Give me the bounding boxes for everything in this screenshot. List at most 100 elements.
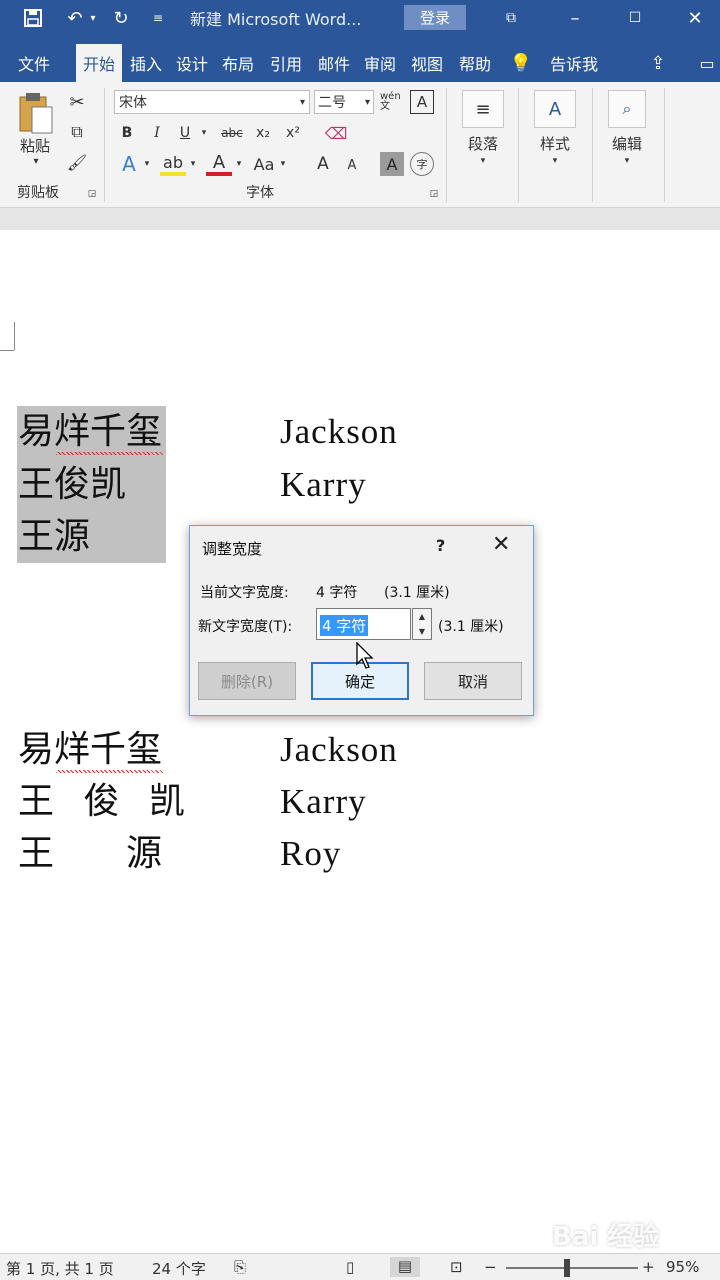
ribbon-display-options-icon[interactable]: ⧉ [496, 0, 526, 36]
redo-icon[interactable]: ↻ [106, 0, 136, 36]
spin-up-icon[interactable]: ▲ [413, 609, 431, 624]
font-size-value: 二号 [318, 95, 346, 111]
zoom-slider-thumb[interactable] [564, 1259, 570, 1277]
english-name[interactable]: Roy [280, 828, 341, 880]
help-button[interactable]: ? [436, 536, 445, 555]
document-page[interactable]: 易烊千玺 王俊凯 王源 Jackson Karry 易烊千玺 王 俊 凯 王 源… [0, 230, 720, 1253]
subscript-button[interactable]: x₂ [250, 122, 276, 144]
tab-view[interactable]: 视图 [404, 44, 450, 82]
enclose-characters-button[interactable]: 字 [410, 152, 434, 176]
zoom-level[interactable]: 95% [666, 1258, 699, 1276]
styles-icon[interactable]: A [534, 90, 576, 128]
character-border-icon[interactable]: A [410, 90, 434, 114]
tab-insert[interactable]: 插入 [124, 44, 168, 82]
paste-dropdown-icon[interactable]: ▾ [26, 154, 46, 168]
name-line[interactable]: 王 源 [18, 828, 162, 880]
font-color-dropdown-icon[interactable]: ▾ [234, 156, 244, 172]
editing-button[interactable]: 编辑 [600, 132, 654, 154]
shrink-font-button[interactable]: A [342, 154, 362, 176]
tab-review[interactable]: 审阅 [358, 44, 402, 82]
word-count[interactable]: 24 个字 [152, 1258, 206, 1279]
bold-button[interactable]: B [118, 122, 136, 144]
editing-dropdown-icon[interactable]: ▾ [620, 154, 634, 168]
copy-icon[interactable]: ⧉ [64, 120, 90, 144]
underline-button[interactable]: U [176, 122, 194, 144]
tab-layout[interactable]: 布局 [216, 44, 260, 82]
title-bar: ↶ ▾ ↻ ≡ 新建 Microsoft Word... 登录 ⧉ – ☐ ✕ [0, 0, 720, 36]
strikethrough-button[interactable]: abc [218, 122, 246, 144]
text-effects-dropdown-icon[interactable]: ▾ [142, 156, 152, 172]
cut-icon[interactable]: ✂ [64, 90, 90, 114]
tell-me-search[interactable]: 告诉我 [540, 44, 608, 82]
paragraph-icon[interactable]: ≡ [462, 90, 504, 128]
width-spinner[interactable]: ▲ ▼ [412, 608, 432, 640]
english-name[interactable]: Karry [280, 776, 367, 828]
clear-formatting-icon[interactable]: ⌫ [322, 120, 350, 146]
italic-button[interactable]: I [148, 122, 166, 144]
format-painter-icon[interactable]: 🖌 [64, 150, 90, 174]
font-launcher-icon[interactable]: ◲ [428, 188, 440, 200]
clipboard-launcher-icon[interactable]: ◲ [86, 188, 98, 200]
minimize-icon[interactable]: – [560, 0, 590, 36]
superscript-button[interactable]: x² [280, 122, 306, 144]
tab-help[interactable]: 帮助 [452, 44, 498, 82]
highlight-dropdown-icon[interactable]: ▾ [188, 156, 198, 172]
text-effects-icon[interactable]: A [116, 152, 142, 176]
close-icon[interactable]: ✕ [492, 532, 510, 557]
new-width-input[interactable]: 4 字符 [316, 608, 411, 640]
name-line[interactable]: 王源 [18, 511, 90, 563]
zoom-in-icon[interactable]: + [642, 1258, 655, 1276]
print-layout-icon[interactable]: ▤ [390, 1257, 420, 1277]
grow-font-button[interactable]: A [312, 152, 334, 176]
spin-down-icon[interactable]: ▼ [413, 624, 431, 639]
delete-button[interactable]: 删除(R) [198, 662, 296, 700]
zoom-slider[interactable] [506, 1267, 638, 1269]
tab-file[interactable]: 文件 [10, 44, 58, 82]
name-line[interactable]: 王 俊 凯 [18, 776, 185, 828]
paragraph-dropdown-icon[interactable]: ▾ [476, 154, 490, 168]
maximize-icon[interactable]: ☐ [620, 0, 650, 36]
cancel-button[interactable]: 取消 [424, 662, 522, 700]
undo-dropdown-icon[interactable]: ▾ [86, 0, 100, 36]
english-name[interactable]: Karry [280, 459, 367, 511]
english-name[interactable]: Jackson [280, 724, 398, 776]
customize-qat-icon[interactable]: ≡ [148, 0, 168, 36]
close-icon[interactable]: ✕ [680, 0, 710, 36]
document-area[interactable]: 易烊千玺 王俊凯 王源 Jackson Karry 易烊千玺 王 俊 凯 王 源… [0, 208, 720, 1253]
phonetic-guide-button[interactable]: wén文 [380, 88, 408, 116]
styles-button[interactable]: 样式 [528, 132, 582, 154]
name-line[interactable]: 王俊凯 [18, 459, 126, 511]
lightbulb-icon[interactable]: 💡 [506, 44, 536, 82]
character-shading-button[interactable]: A [380, 152, 404, 176]
web-layout-icon[interactable]: ⊡ [450, 1258, 463, 1276]
proofing-icon[interactable]: ⎘ [234, 1258, 246, 1276]
tab-design[interactable]: 设计 [170, 44, 214, 82]
change-case-dropdown-icon[interactable]: ▾ [278, 156, 288, 172]
underline-dropdown-icon[interactable]: ▾ [198, 126, 210, 140]
share-icon[interactable]: ⇪ [640, 44, 676, 82]
paragraph-button[interactable]: 段落 [456, 132, 510, 154]
read-mode-icon[interactable]: ▯ [346, 1258, 354, 1276]
styles-dropdown-icon[interactable]: ▾ [548, 154, 562, 168]
current-width-label: 当前文字宽度: [200, 585, 289, 601]
tab-mailings[interactable]: 邮件 [312, 44, 356, 82]
login-button[interactable]: 登录 [404, 5, 466, 30]
tab-references[interactable]: 引用 [262, 44, 310, 82]
page-count[interactable]: 第 1 页, 共 1 页 [6, 1258, 114, 1279]
name-line[interactable]: 易烊千玺 [18, 724, 162, 776]
zoom-out-icon[interactable]: − [484, 1258, 497, 1276]
font-color-icon[interactable]: A [206, 152, 232, 176]
comments-icon[interactable]: ▭ [694, 44, 720, 82]
english-name[interactable]: Jackson [280, 406, 398, 458]
paste-icon[interactable] [14, 90, 58, 138]
save-icon[interactable] [18, 0, 48, 36]
font-name-select[interactable]: 宋体 ▾ [114, 90, 310, 114]
tab-home[interactable]: 开始 [76, 44, 122, 82]
search-icon[interactable]: ⌕ [608, 90, 646, 128]
highlight-icon[interactable]: ab [160, 152, 186, 176]
paste-button[interactable]: 粘贴 [10, 134, 60, 156]
mouse-cursor-icon [356, 641, 374, 674]
change-case-button[interactable]: Aa [250, 152, 278, 176]
font-size-select[interactable]: 二号 ▾ [314, 90, 374, 114]
name-line[interactable]: 易烊千玺 [18, 406, 162, 458]
